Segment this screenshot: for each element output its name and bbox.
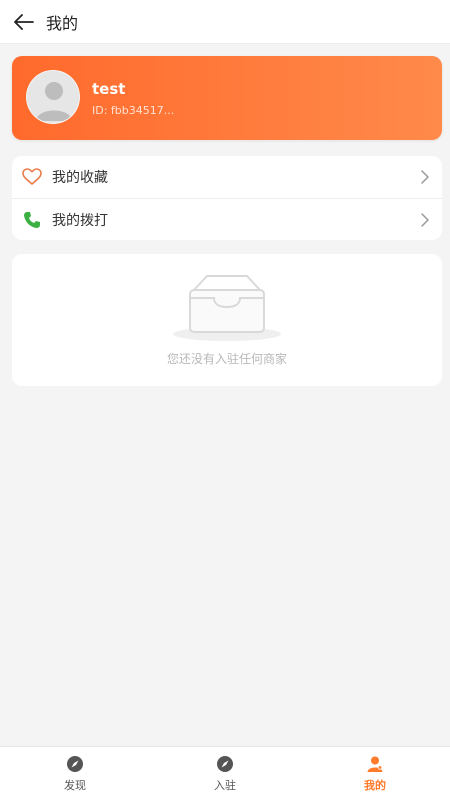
menu-item-label: 我的收藏 bbox=[52, 170, 108, 186]
avatar[interactable] bbox=[26, 70, 80, 124]
tab-join[interactable]: 入驻 bbox=[175, 747, 275, 800]
profile-card[interactable]: test ID: fbb34517... bbox=[12, 56, 442, 140]
default-avatar-icon bbox=[27, 71, 79, 123]
empty-inbox-icon bbox=[173, 275, 281, 341]
compass-icon bbox=[217, 755, 233, 772]
tab-label: 入驻 bbox=[214, 778, 236, 792]
chevron-right-icon bbox=[421, 170, 429, 184]
menu-card: 我的收藏 我的拨打 bbox=[12, 156, 442, 240]
tab-label: 我的 bbox=[364, 778, 386, 792]
person-icon bbox=[367, 756, 383, 772]
phone-icon bbox=[22, 210, 42, 230]
menu-item-favorites[interactable]: 我的收藏 bbox=[12, 156, 442, 198]
back-button[interactable] bbox=[2, 0, 46, 44]
empty-message: 您还没有入驻任何商家 bbox=[166, 352, 287, 366]
empty-state-card: 您还没有入驻任何商家 bbox=[12, 254, 442, 386]
top-bar: 我的 bbox=[0, 0, 450, 44]
screen: 我的 test ID: fbb34517... 我的收藏 我的拨打 您还没有入驻… bbox=[0, 0, 450, 800]
menu-item-calls[interactable]: 我的拨打 bbox=[12, 198, 442, 240]
user-id: ID: fbb34517... bbox=[92, 104, 175, 117]
tab-discover[interactable]: 发现 bbox=[25, 747, 125, 800]
heart-icon bbox=[22, 167, 42, 187]
chevron-right-icon bbox=[421, 213, 429, 227]
user-name: test bbox=[92, 80, 126, 98]
bottom-tab-bar: 发现 入驻 我的 bbox=[0, 746, 450, 800]
menu-item-label: 我的拨打 bbox=[52, 212, 108, 229]
tab-label: 发现 bbox=[64, 778, 86, 792]
page-title: 我的 bbox=[46, 13, 79, 33]
tab-mine[interactable]: 我的 bbox=[325, 747, 425, 800]
back-arrow-icon bbox=[14, 13, 34, 30]
compass-icon bbox=[67, 755, 83, 772]
